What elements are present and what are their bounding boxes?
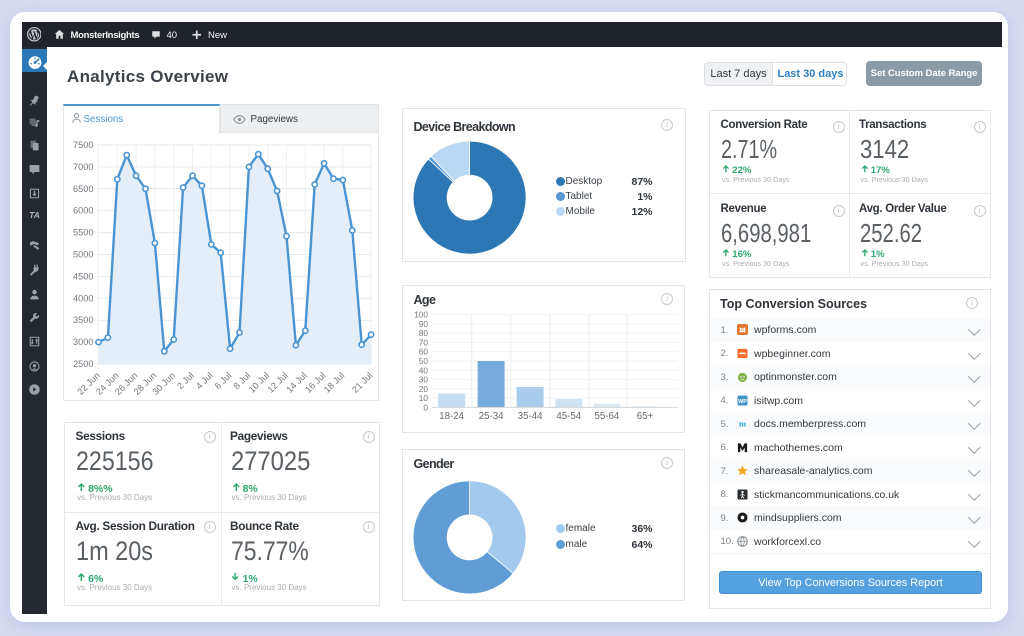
svg-text:90: 90	[419, 319, 429, 329]
svg-text:WP: WP	[738, 399, 747, 405]
svg-text:0: 0	[423, 402, 428, 412]
svg-text:55-64: 55-64	[595, 411, 620, 422]
svg-text:TA: TA	[29, 210, 40, 220]
svg-text:6 Jul: 6 Jul	[213, 370, 234, 391]
svg-text:4000: 4000	[73, 293, 93, 303]
svg-text:7500: 7500	[73, 140, 93, 150]
svg-text:2500: 2500	[73, 359, 93, 369]
svg-text:50: 50	[419, 356, 429, 366]
svg-text:20: 20	[419, 384, 429, 394]
svg-text:45-54: 45-54	[556, 411, 581, 422]
svg-text:m: m	[738, 419, 746, 429]
svg-text:100: 100	[414, 310, 428, 320]
svg-text:18 Jul: 18 Jul	[322, 370, 346, 394]
svg-text:25-34: 25-34	[479, 411, 504, 422]
svg-text:10: 10	[419, 393, 429, 403]
svg-text:40: 40	[419, 365, 429, 375]
svg-text:18-24: 18-24	[439, 411, 464, 422]
svg-text:6000: 6000	[73, 206, 93, 216]
svg-text:35-44: 35-44	[518, 411, 543, 422]
svg-text:3000: 3000	[73, 337, 93, 347]
svg-text:30: 30	[419, 375, 429, 385]
svg-text:10 Jul: 10 Jul	[247, 370, 271, 394]
svg-text:65+: 65+	[637, 411, 654, 422]
svg-text:5000: 5000	[73, 250, 93, 260]
svg-text:4 Jul: 4 Jul	[194, 370, 215, 391]
svg-text:3500: 3500	[73, 315, 93, 325]
svg-text:60: 60	[419, 347, 429, 357]
svg-text:12 Jul: 12 Jul	[265, 370, 289, 394]
svg-text:16 Jul: 16 Jul	[303, 370, 327, 394]
svg-text:21 Jul: 21 Jul	[350, 370, 374, 394]
svg-text:4500: 4500	[73, 271, 93, 281]
svg-text:2 Jul: 2 Jul	[175, 370, 196, 391]
svg-text:5500: 5500	[73, 228, 93, 238]
svg-text:70: 70	[419, 337, 429, 347]
svg-text:6500: 6500	[73, 184, 93, 194]
svg-text:14 Jul: 14 Jul	[284, 370, 308, 394]
svg-text:7000: 7000	[73, 162, 93, 172]
svg-text:80: 80	[419, 328, 429, 338]
